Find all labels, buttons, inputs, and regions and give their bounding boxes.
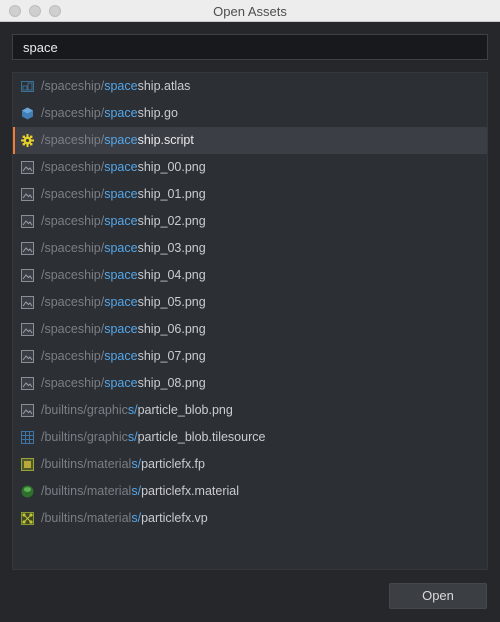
asset-name: particle_blob.png xyxy=(137,403,233,417)
list-item[interactable]: /spaceship/spaceship.go xyxy=(13,100,487,127)
list-item[interactable]: /spaceship/spaceship_03.png xyxy=(13,235,487,262)
image-file-icon xyxy=(21,188,34,201)
asset-path: /spaceship/ xyxy=(41,160,105,174)
asset-name: ship.atlas xyxy=(137,79,191,93)
asset-path: /builtins/graphic xyxy=(41,403,128,417)
search-match-highlight: space xyxy=(104,187,138,201)
image-file-icon xyxy=(21,242,34,255)
list-item[interactable]: /spaceship/spaceship.atlas xyxy=(13,73,487,100)
asset-path: /builtins/material xyxy=(41,457,132,471)
asset-name: particle_blob.tilesource xyxy=(137,430,266,444)
list-item[interactable]: /spaceship/spaceship_01.png xyxy=(13,181,487,208)
vertex-program-icon xyxy=(21,512,34,525)
search-match-highlight: space xyxy=(104,160,138,174)
asset-path: /builtins/graphic xyxy=(41,430,128,444)
search-match-highlight: space xyxy=(104,106,138,120)
asset-path: /spaceship/ xyxy=(41,376,105,390)
search-match-highlight: s/ xyxy=(131,457,142,471)
asset-path: /spaceship/ xyxy=(41,133,105,147)
search-match-highlight: space xyxy=(104,349,138,363)
asset-path: /spaceship/ xyxy=(41,241,105,255)
search-match-highlight: space xyxy=(104,79,138,93)
search-input[interactable] xyxy=(12,34,488,60)
image-file-icon xyxy=(21,215,34,228)
open-button[interactable]: Open xyxy=(389,583,487,609)
tilesource-grid-icon xyxy=(21,431,34,444)
list-item[interactable]: /builtins/materials/particlefx.material xyxy=(13,478,487,505)
game-object-icon xyxy=(21,107,34,120)
asset-name: ship_02.png xyxy=(137,214,206,228)
asset-path: /spaceship/ xyxy=(41,295,105,309)
asset-name: ship.script xyxy=(137,133,194,147)
asset-name: ship_07.png xyxy=(137,349,206,363)
search-match-highlight: space xyxy=(104,295,138,309)
script-gear-icon xyxy=(21,134,34,147)
asset-name: ship_04.png xyxy=(137,268,206,282)
asset-name: particlefx.fp xyxy=(141,457,205,471)
list-item[interactable]: /builtins/graphics/particle_blob.tilesou… xyxy=(13,424,487,451)
fragment-program-icon xyxy=(21,458,34,471)
asset-path: /spaceship/ xyxy=(41,322,105,336)
search-match-highlight: s/ xyxy=(131,484,142,498)
list-item[interactable]: /builtins/graphics/particle_blob.png xyxy=(13,397,487,424)
asset-name: particlefx.vp xyxy=(141,511,208,525)
image-file-icon xyxy=(21,269,34,282)
search-match-highlight: s/ xyxy=(127,430,138,444)
list-item[interactable]: /spaceship/spaceship_08.png xyxy=(13,370,487,397)
search-match-highlight: s/ xyxy=(127,403,138,417)
asset-name: ship.go xyxy=(137,106,178,120)
search-match-highlight: space xyxy=(104,268,138,282)
image-file-icon xyxy=(21,296,34,309)
list-item[interactable]: /builtins/materials/particlefx.vp xyxy=(13,505,487,532)
search-match-highlight: space xyxy=(104,376,138,390)
asset-name: ship_01.png xyxy=(137,187,206,201)
results-list[interactable]: /spaceship/spaceship.atlas/spaceship/spa… xyxy=(12,72,488,570)
search-match-highlight: space xyxy=(104,322,138,336)
search-match-highlight: s/ xyxy=(131,511,142,525)
image-file-icon xyxy=(21,350,34,363)
image-file-icon xyxy=(21,161,34,174)
asset-name: ship_05.png xyxy=(137,295,206,309)
search-match-highlight: space xyxy=(104,241,138,255)
asset-name: particlefx.material xyxy=(141,484,240,498)
asset-path: /spaceship/ xyxy=(41,187,105,201)
asset-path: /spaceship/ xyxy=(41,214,105,228)
list-item[interactable]: /spaceship/spaceship_04.png xyxy=(13,262,487,289)
material-sphere-icon xyxy=(21,485,34,498)
window-title: Open Assets xyxy=(213,4,287,19)
asset-path: /spaceship/ xyxy=(41,79,105,93)
image-file-icon xyxy=(21,323,34,336)
atlas-icon xyxy=(21,80,34,93)
asset-path: /builtins/material xyxy=(41,511,132,525)
asset-path: /spaceship/ xyxy=(41,106,105,120)
list-item[interactable]: /spaceship/spaceship_02.png xyxy=(13,208,487,235)
asset-path: /builtins/material xyxy=(41,484,132,498)
asset-name: ship_00.png xyxy=(137,160,206,174)
asset-path: /spaceship/ xyxy=(41,349,105,363)
title-bar: Open Assets xyxy=(0,0,500,22)
list-item[interactable]: /spaceship/spaceship_05.png xyxy=(13,289,487,316)
list-item[interactable]: /spaceship/spaceship_07.png xyxy=(13,343,487,370)
asset-path: /spaceship/ xyxy=(41,268,105,282)
search-match-highlight: space xyxy=(104,214,138,228)
list-item[interactable]: /spaceship/spaceship_06.png xyxy=(13,316,487,343)
asset-name: ship_06.png xyxy=(137,322,206,336)
list-item[interactable]: /builtins/materials/particlefx.fp xyxy=(13,451,487,478)
search-match-highlight: space xyxy=(104,133,138,147)
image-file-icon xyxy=(21,377,34,390)
image-file-icon xyxy=(21,404,34,417)
asset-name: ship_08.png xyxy=(137,376,206,390)
list-item[interactable]: /spaceship/spaceship.script xyxy=(13,127,487,154)
asset-name: ship_03.png xyxy=(137,241,206,255)
list-item[interactable]: /spaceship/spaceship_00.png xyxy=(13,154,487,181)
